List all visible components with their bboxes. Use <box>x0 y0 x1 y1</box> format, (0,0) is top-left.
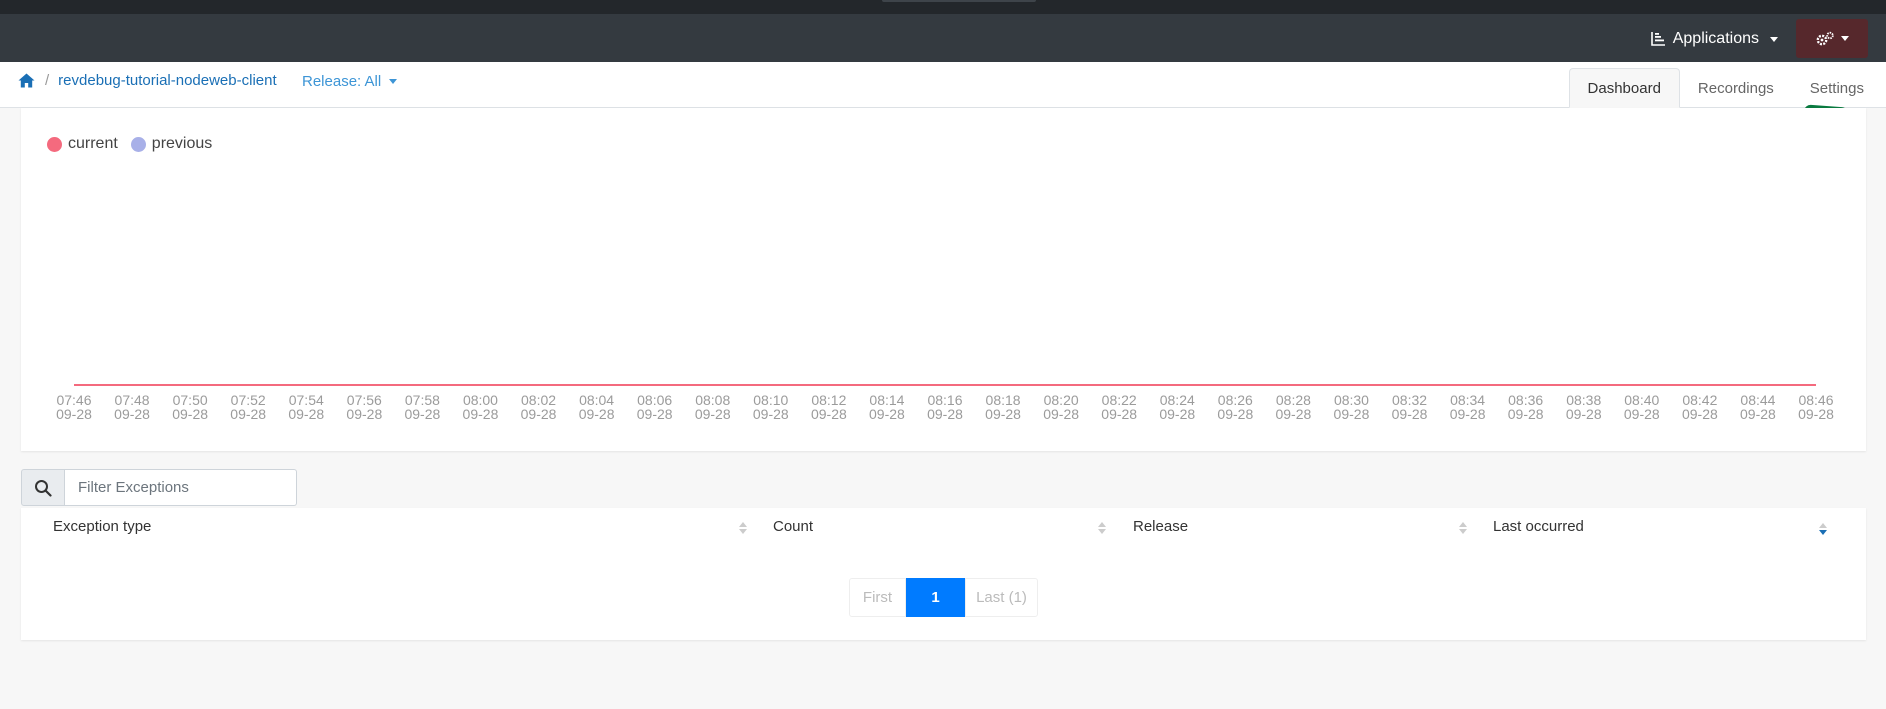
x-tick-label-date: 09-28 <box>1798 406 1834 422</box>
search-button[interactable] <box>21 469 65 506</box>
x-tick-label-date: 09-28 <box>1566 406 1602 422</box>
x-tick-label-date: 09-28 <box>114 406 150 422</box>
sort-icon[interactable] <box>738 521 748 535</box>
tab-settings[interactable]: Settings <box>1792 68 1886 108</box>
column-header-release[interactable]: Release <box>1133 518 1188 535</box>
view-tabs: Dashboard Recordings Settings <box>1568 68 1886 108</box>
breadcrumb-app-link[interactable]: revdebug-tutorial-nodeweb-client <box>58 72 276 89</box>
chart-bar-icon <box>1650 32 1665 46</box>
x-tick-label-date: 09-28 <box>695 406 731 422</box>
settings-menu-button[interactable] <box>1796 19 1868 58</box>
x-tick-label-date: 09-28 <box>753 406 789 422</box>
pagination: First 1 Last (1) <box>849 578 1038 617</box>
x-tick-label-date: 09-28 <box>1043 406 1079 422</box>
x-tick-label-date: 09-28 <box>985 406 1021 422</box>
applications-label: Applications <box>1672 30 1759 47</box>
x-tick-label-date: 09-28 <box>637 406 673 422</box>
chevron-down-icon <box>389 79 398 84</box>
x-tick-label-date: 09-28 <box>463 406 499 422</box>
pagination-first[interactable]: First <box>849 578 906 617</box>
pagination-page-current[interactable]: 1 <box>906 578 965 617</box>
x-tick-label-date: 09-28 <box>404 406 440 422</box>
column-header-last-occurred[interactable]: Last occurred <box>1493 518 1584 535</box>
x-tick-label-date: 09-28 <box>869 406 905 422</box>
sort-icon[interactable] <box>1458 521 1468 535</box>
release-label: Release: All <box>302 73 382 90</box>
x-tick-label-date: 09-28 <box>1159 406 1195 422</box>
release-dropdown[interactable]: Release: All <box>302 73 398 90</box>
x-tick-label-date: 09-28 <box>1275 406 1311 422</box>
window-handle <box>882 0 1036 2</box>
x-tick-label-date: 09-28 <box>230 406 266 422</box>
x-tick-label-date: 09-28 <box>1217 406 1253 422</box>
column-header-count[interactable]: Count <box>773 518 813 535</box>
x-tick-label-date: 09-28 <box>1508 406 1544 422</box>
chevron-down-icon <box>1770 36 1778 42</box>
tab-recordings[interactable]: Recordings <box>1680 68 1792 108</box>
top-navbar: Applications <box>0 14 1886 62</box>
x-tick-label-date: 09-28 <box>1392 406 1428 422</box>
x-tick-label-date: 09-28 <box>1101 406 1137 422</box>
x-tick-label-date: 09-28 <box>346 406 382 422</box>
line-chart: 07:4609-2807:4809-2807:5009-2807:5209-28… <box>56 384 1834 422</box>
x-tick-label-date: 09-28 <box>521 406 557 422</box>
exceptions-chart-card: current previous 07:46 09-28 07:48 09-28 07:… <box>21 108 1866 451</box>
x-tick-label-date: 09-28 <box>927 406 963 422</box>
x-tick-label-date: 09-28 <box>172 406 208 422</box>
x-tick-label-date: 09-28 <box>1334 406 1370 422</box>
chevron-down-icon <box>1841 36 1849 41</box>
x-tick-label-date: 09-28 <box>1740 406 1776 422</box>
x-tick-label-date: 09-28 <box>1450 406 1486 422</box>
sub-header: / revdebug-tutorial-nodeweb-client Relea… <box>0 62 1886 108</box>
breadcrumb-separator: / <box>45 72 50 89</box>
exceptions-table: Exception type Count Release Last occurr… <box>21 508 1866 640</box>
column-header-exception-type[interactable]: Exception type <box>53 518 151 535</box>
browser-top-strip <box>0 0 1886 14</box>
x-tick-label-date: 09-28 <box>811 406 847 422</box>
x-tick-label-date: 09-28 <box>1624 406 1660 422</box>
x-tick-label-date: 09-28 <box>56 406 92 422</box>
x-tick-label-date: 09-28 <box>579 406 615 422</box>
filter-exceptions-input[interactable] <box>65 469 297 506</box>
sort-descending-icon[interactable] <box>1818 522 1828 536</box>
applications-menu[interactable]: Applications <box>1650 28 1778 50</box>
gears-icon <box>1816 31 1834 45</box>
search-icon <box>35 479 52 497</box>
home-icon[interactable] <box>18 73 35 88</box>
breadcrumb: / revdebug-tutorial-nodeweb-client <box>18 72 277 89</box>
pagination-last[interactable]: Last (1) <box>965 578 1038 617</box>
x-tick-label-date: 09-28 <box>1682 406 1718 422</box>
x-tick-label-date: 09-28 <box>288 406 324 422</box>
tab-dashboard[interactable]: Dashboard <box>1568 68 1680 108</box>
sort-icon[interactable] <box>1097 521 1107 535</box>
filter-group <box>21 469 297 506</box>
